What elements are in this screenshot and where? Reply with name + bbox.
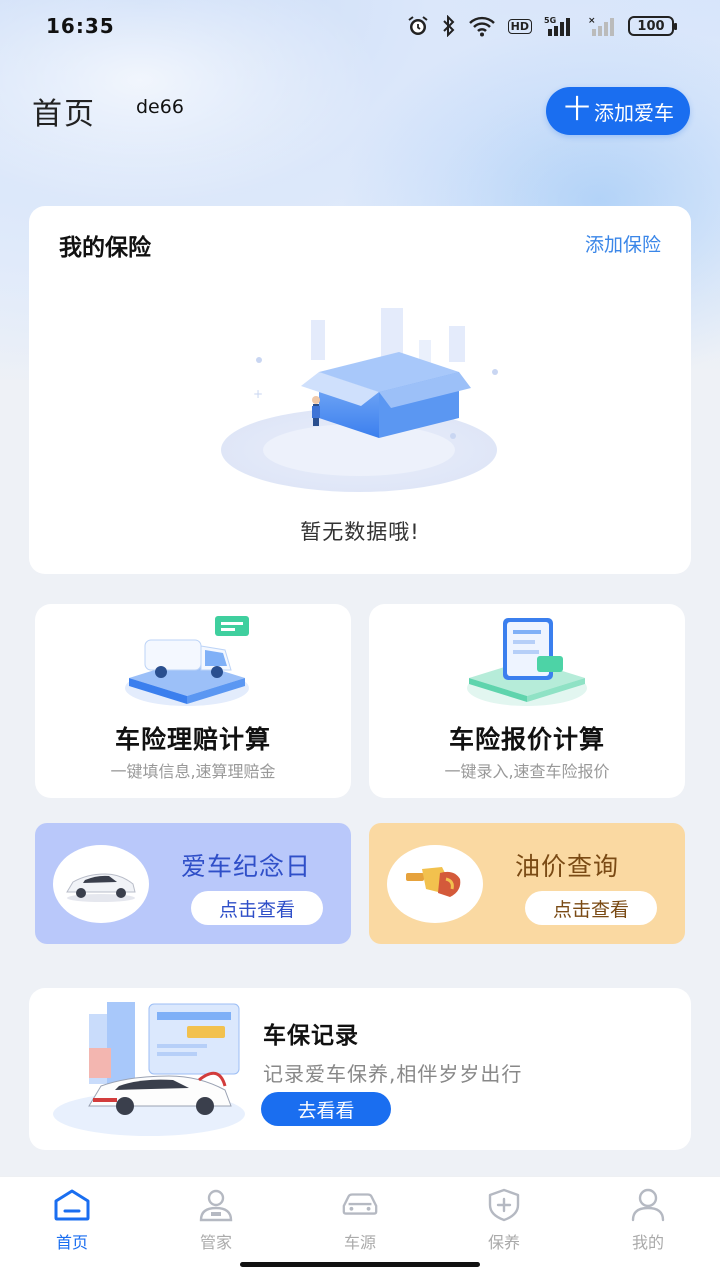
claim-calculator-card[interactable]: 车险理赔计算 一键填信息,速算理赔金 — [35, 604, 351, 798]
nav-label-home: 首页 — [55, 1233, 88, 1252]
record-illustration — [53, 1002, 245, 1136]
page-header: 首页 de66 十 添加爱车 — [32, 84, 690, 138]
wifi-icon — [468, 15, 496, 37]
nav-label-maintenance: 保养 — [487, 1233, 520, 1252]
document-illustration — [467, 618, 587, 706]
quote-calculator-title: 车险报价计算 — [448, 725, 605, 754]
nav-item-car-source[interactable]: 车源 — [288, 1177, 432, 1256]
record-subtitle: 记录爱车保养,相伴岁岁出行 — [263, 1062, 523, 1086]
white-car-icon — [66, 873, 136, 902]
add-insurance-link[interactable]: 添加保险 — [585, 230, 661, 257]
car-anniversary-avatar — [53, 845, 149, 923]
add-car-button[interactable]: 十 添加爱车 — [545, 87, 690, 135]
user-icon — [628, 1187, 668, 1223]
status-icons: HD 5G × 100 — [406, 14, 677, 38]
fuel-price-avatar — [387, 845, 483, 923]
signal-5g-icon: 5G — [544, 15, 576, 37]
fuel-price-card[interactable]: 油价查询 点击查看 — [369, 823, 685, 944]
claim-calculator-title: 车险理赔计算 — [114, 725, 271, 754]
car-icon — [340, 1187, 380, 1223]
car-anniversary-title: 爱车纪念日 — [181, 852, 312, 881]
home-icon — [52, 1187, 92, 1223]
svg-text:+: + — [253, 387, 263, 401]
signal-weak-icon: × — [588, 15, 616, 37]
bluetooth-icon — [442, 15, 456, 37]
claim-calculator-subtitle: 一键填信息,速算理赔金 — [110, 762, 276, 781]
insurance-title: 我的保险 — [59, 235, 151, 261]
nav-label-car-source: 车源 — [343, 1233, 376, 1252]
car-anniversary-view-button[interactable]: 点击查看 — [191, 891, 323, 925]
fuel-price-title: 油价查询 — [515, 852, 620, 881]
svg-text:5G: 5G — [544, 16, 556, 25]
add-car-label: 添加爱车 — [594, 100, 674, 125]
my-insurance-card: 我的保险 添加保险 + 暂无数据哦! — [29, 206, 691, 574]
home-indicator[interactable] — [240, 1262, 480, 1267]
nav-label-butler: 管家 — [199, 1233, 232, 1252]
page-title: 首页 — [32, 97, 96, 132]
nav-item-maintenance[interactable]: 保养 — [432, 1177, 576, 1256]
nav-item-butler[interactable]: 管家 — [144, 1177, 288, 1256]
fuel-nozzle-icon — [406, 867, 461, 897]
bottom-navigation: 首页 管家 车源 保养 我的 — [0, 1176, 720, 1256]
record-title: 车保记录 — [263, 1023, 359, 1049]
status-time: 16:35 — [46, 14, 115, 38]
truck-illustration — [125, 616, 249, 706]
car-anniversary-card[interactable]: 爱车纪念日 点击查看 — [35, 823, 351, 944]
nav-label-mine: 我的 — [631, 1233, 664, 1252]
record-go-button[interactable]: 去看看 — [261, 1092, 391, 1126]
fuel-price-view-button[interactable]: 点击查看 — [525, 891, 657, 925]
nav-item-mine[interactable]: 我的 — [576, 1177, 720, 1256]
quote-calculator-subtitle: 一键录入,速查车险报价 — [444, 762, 610, 781]
alarm-icon — [406, 14, 430, 38]
username: de66 — [136, 96, 184, 118]
shield-plus-icon — [484, 1187, 524, 1223]
empty-state-text: 暂无数据哦! — [300, 520, 420, 544]
empty-box-illustration: + — [221, 308, 498, 492]
butler-icon — [196, 1187, 236, 1223]
svg-text:×: × — [588, 16, 596, 26]
nav-item-home[interactable]: 首页 — [0, 1177, 144, 1256]
status-bar: 16:35 HD 5G × 100 — [0, 0, 720, 52]
car-insurance-record-card[interactable]: 车保记录 记录爱车保养,相伴岁岁出行 去看看 — [29, 988, 691, 1150]
battery-icon: 100 — [628, 16, 677, 36]
hd-badge: HD — [507, 18, 532, 34]
quote-calculator-card[interactable]: 车险报价计算 一键录入,速查车险报价 — [369, 604, 685, 798]
system-nav-area — [0, 1256, 720, 1280]
plus-icon: 十 — [563, 95, 590, 125]
